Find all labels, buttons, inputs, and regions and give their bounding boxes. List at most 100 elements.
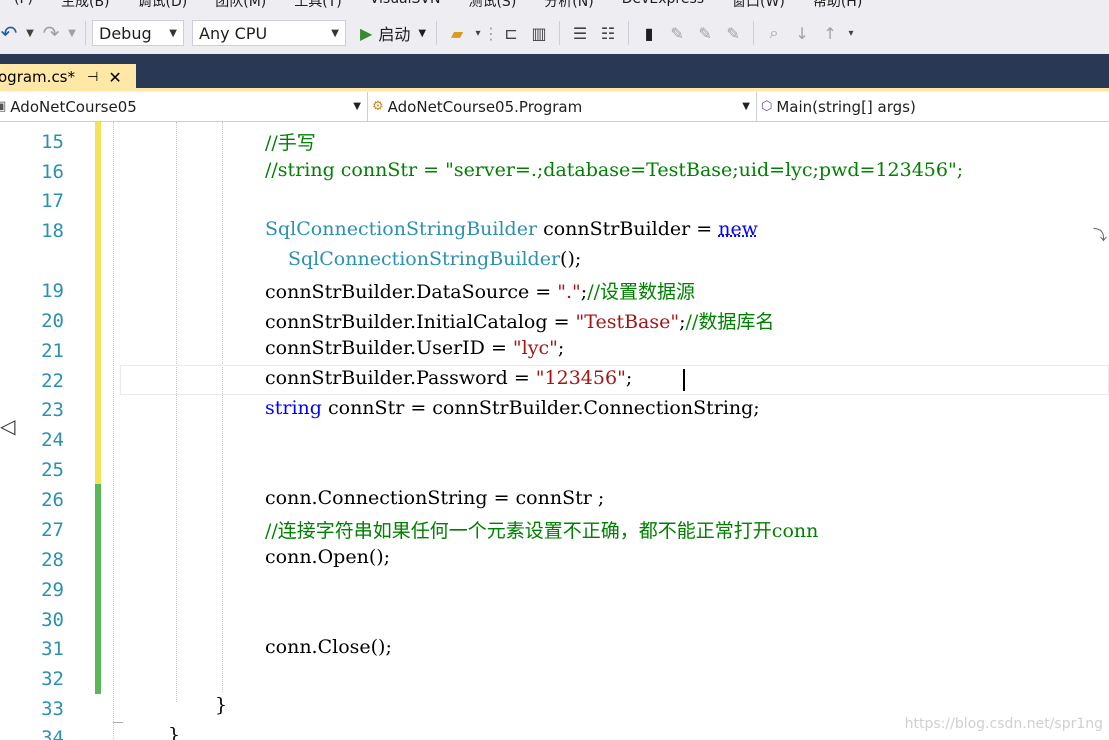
clear-bookmark-icon[interactable]: ✎: [720, 20, 746, 46]
next-bookmark-icon[interactable]: ✎: [692, 20, 718, 46]
line-number: 17: [41, 190, 64, 212]
platform-select[interactable]: Any CPU ▼: [192, 20, 346, 46]
code-token: ;: [625, 367, 633, 389]
code-line-19: connStrBuilder.DataSource = ".";//设置数据源: [265, 277, 695, 304]
menu-build[interactable]: 生成(B): [47, 0, 124, 11]
menu-bar: (F) 生成(B) 调试(D) 团队(M) 工具(T) VisualSVN 测试…: [0, 0, 1109, 12]
code-line-26: conn.ConnectionString = connStr ;: [265, 487, 605, 509]
document-tab-strip: ogram.cs* ⊣ ✕: [0, 54, 1109, 90]
change-marker-saved: [95, 484, 101, 694]
menu-help[interactable]: 帮助(H): [799, 0, 876, 11]
undo-icon[interactable]: ↶: [0, 20, 22, 46]
browser-link-icon[interactable]: ▰: [444, 20, 470, 46]
format-icon[interactable]: ▥: [526, 20, 552, 46]
play-icon: ▶: [360, 23, 373, 43]
line-number: 15: [41, 131, 64, 153]
overflow-icon[interactable]: ▾: [845, 20, 857, 46]
code-token: connStr = connStrBuilder.ConnectionStrin…: [321, 397, 760, 419]
pin-icon[interactable]: ⊣: [87, 70, 98, 85]
code-line-23: string connStr = connStrBuilder.Connecti…: [265, 397, 760, 419]
redo-icon[interactable]: ↷: [38, 20, 64, 46]
code-editor[interactable]: 15 16 17 18 19 20 21 22 23 24 25 26 27 2…: [0, 122, 1109, 740]
toolbar-separator: [628, 21, 630, 45]
code-line-18: SqlConnectionStringBuilder connStrBuilde…: [265, 218, 758, 240]
line-number: 27: [41, 519, 64, 541]
prev-bookmark-icon[interactable]: ✎: [664, 20, 690, 46]
find-icon[interactable]: ⌕: [761, 20, 787, 46]
code-line-16: //string connStr = "server=.;database=Te…: [265, 159, 964, 181]
toolbar: ↶ ▼ ↷ ▼ Debug ▼ Any CPU ▼ ▶ 启动 ▼ ▰ ▾ ⋮ ⊏…: [0, 12, 1109, 54]
menu-devexpress[interactable]: DevExpress: [608, 0, 718, 11]
chevron-down-icon: ▼: [742, 101, 750, 112]
line-number: 18: [41, 220, 64, 242]
start-label: 启动: [378, 25, 411, 44]
toolbar-separator: [436, 21, 438, 45]
line-number: 33: [41, 698, 64, 720]
navigation-bar: ▣ AdoNetCourse05 ▼ ⚙ AdoNetCourse05.Prog…: [0, 91, 1109, 122]
chevron-down-icon: ▼: [353, 101, 361, 112]
project-name: AdoNetCourse05: [10, 97, 137, 116]
type-token: SqlConnectionStringBuilder: [288, 248, 561, 270]
code-line-21: connStrBuilder.UserID = "lyc";: [265, 337, 564, 359]
class-icon: ⚙: [372, 99, 384, 114]
toolbar-separator: [753, 21, 755, 45]
code-line-18-wrap: SqlConnectionStringBuilder();: [288, 248, 581, 270]
code-line-34: }: [168, 724, 181, 740]
class-dropdown[interactable]: ⚙ AdoNetCourse05.Program ▼: [368, 92, 757, 121]
menu-visualsvn[interactable]: VisualSVN: [356, 0, 455, 11]
arrow-up-icon[interactable]: ↑: [817, 20, 843, 46]
code-token: ;: [557, 337, 565, 359]
code-line-33: }: [215, 694, 228, 716]
line-number: 20: [41, 310, 64, 332]
comment-icon[interactable]: ☰: [567, 20, 593, 46]
text-cursor: [683, 369, 685, 391]
redo-dropdown-icon[interactable]: ▼: [66, 20, 78, 46]
project-dropdown[interactable]: ▣ AdoNetCourse05 ▼: [0, 92, 368, 121]
indent-guide: [176, 122, 177, 702]
code-line-22: connStrBuilder.Password = "123456";: [265, 367, 632, 389]
toolbar-separator: [85, 21, 86, 45]
string-token: ".": [557, 281, 581, 303]
grip-icon: ⋮: [483, 23, 500, 43]
menu-tools[interactable]: 工具(T): [280, 0, 355, 11]
chevron-down-icon: ▼: [169, 27, 177, 39]
code-token: connStrBuilder.DataSource =: [265, 281, 558, 303]
keyword-token: string: [265, 397, 322, 419]
line-number: 26: [41, 489, 64, 511]
menu-team[interactable]: 团队(M): [201, 0, 280, 11]
collapse-line: [113, 722, 123, 723]
solution-config-select[interactable]: Debug ▼: [92, 20, 184, 46]
menu-analyze[interactable]: 分析(N): [530, 0, 607, 11]
code-line-31: conn.Close();: [265, 636, 392, 658]
code-token: connStrBuilder.Password =: [265, 367, 536, 389]
line-number: 31: [41, 638, 64, 660]
menu-file[interactable]: (F): [0, 0, 47, 11]
undo-dropdown-icon[interactable]: ▼: [24, 20, 36, 46]
change-marker-unsaved: [95, 122, 101, 484]
chevron-down-icon: ▼: [418, 27, 427, 39]
member-name: Main(string[] args): [776, 97, 916, 116]
line-number: 22: [41, 370, 64, 392]
menu-window[interactable]: 窗口(W): [718, 0, 799, 11]
string-token: "123456": [535, 367, 626, 389]
arrow-down-icon[interactable]: ↓: [789, 20, 815, 46]
member-dropdown[interactable]: ⬡ Main(string[] args): [757, 92, 1109, 121]
tab-program-cs[interactable]: ogram.cs* ⊣ ✕: [0, 64, 136, 90]
watermark: https://blog.csdn.net/spr1ng: [904, 716, 1103, 732]
bookmark-icon[interactable]: ▮: [636, 20, 662, 46]
menu-debug[interactable]: 调试(D): [124, 0, 202, 11]
line-number: 28: [41, 549, 64, 571]
line-number: 30: [41, 609, 64, 631]
close-icon[interactable]: ✕: [108, 68, 121, 87]
step-icon[interactable]: ⊏: [498, 20, 524, 46]
menu-test[interactable]: 测试(S): [454, 0, 530, 11]
comment-token: //数据库名: [685, 311, 775, 333]
line-number: 16: [41, 161, 64, 183]
start-button[interactable]: ▶ 启动 ▼: [356, 21, 430, 45]
code-line-20: connStrBuilder.InitialCatalog = "TestBas…: [265, 307, 774, 334]
uncomment-icon[interactable]: ☷: [595, 20, 621, 46]
code-token: connStrBuilder.UserID =: [265, 337, 513, 359]
chevron-down-icon: ▼: [331, 27, 339, 39]
code-line-15: //手写: [265, 132, 316, 154]
comment-token: //设置数据源: [587, 281, 696, 303]
